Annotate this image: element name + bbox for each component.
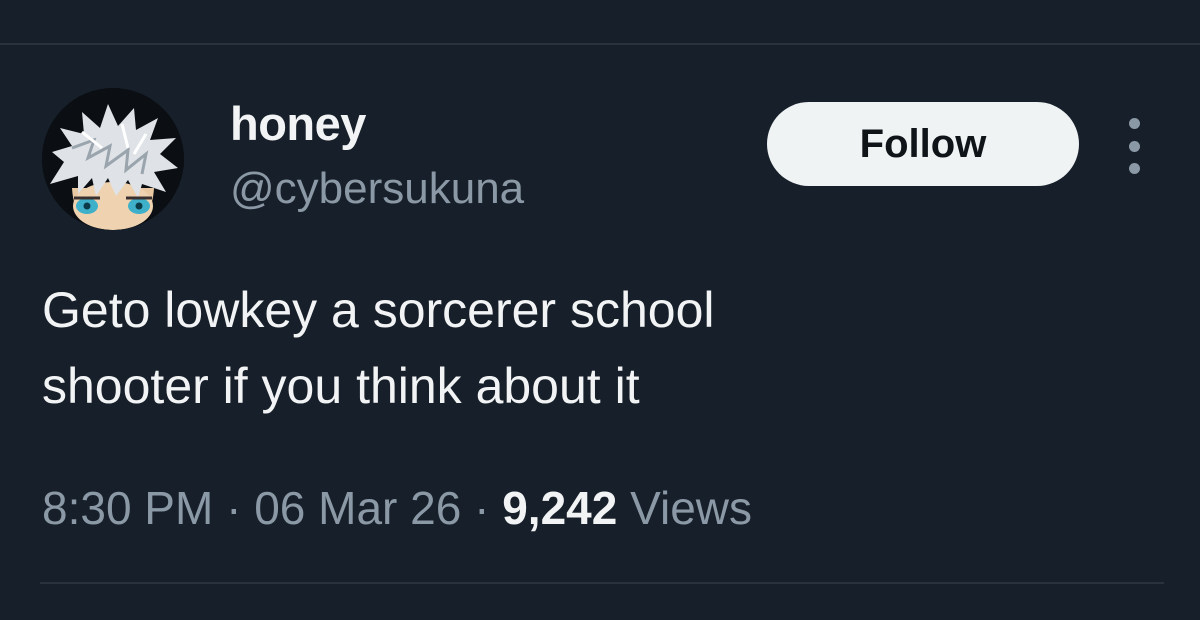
tweet-text-line: Geto lowkey a sorcerer school xyxy=(42,282,715,338)
views-count: 9,242 xyxy=(502,482,618,534)
views-label: Views xyxy=(630,482,752,534)
avatar-image xyxy=(42,88,184,230)
follow-button[interactable]: Follow xyxy=(767,102,1079,186)
avatar[interactable] xyxy=(42,88,184,230)
more-options-button[interactable] xyxy=(1116,118,1152,174)
tweet-time[interactable]: 8:30 PM xyxy=(42,482,213,534)
meta-separator: · xyxy=(474,482,490,534)
more-vertical-icon-dot-2 xyxy=(1128,140,1140,152)
bottom-divider xyxy=(40,582,1164,584)
meta-separator: · xyxy=(226,482,242,534)
tweet-text-line: shooter if you think about it xyxy=(42,358,640,414)
more-vertical-icon xyxy=(1128,118,1140,129)
top-divider xyxy=(0,43,1200,45)
more-vertical-icon-dot-3 xyxy=(1128,163,1140,174)
tweet-meta: 8:30 PM · 06 Mar 26 · 9,242 Views xyxy=(42,478,752,538)
author-handle[interactable]: @cybersukuna xyxy=(230,163,524,215)
author-display-name[interactable]: honey xyxy=(230,96,366,152)
tweet-date[interactable]: 06 Mar 26 xyxy=(254,482,461,534)
tweet-text: Geto lowkey a sorcerer school shooter if… xyxy=(42,272,1142,424)
